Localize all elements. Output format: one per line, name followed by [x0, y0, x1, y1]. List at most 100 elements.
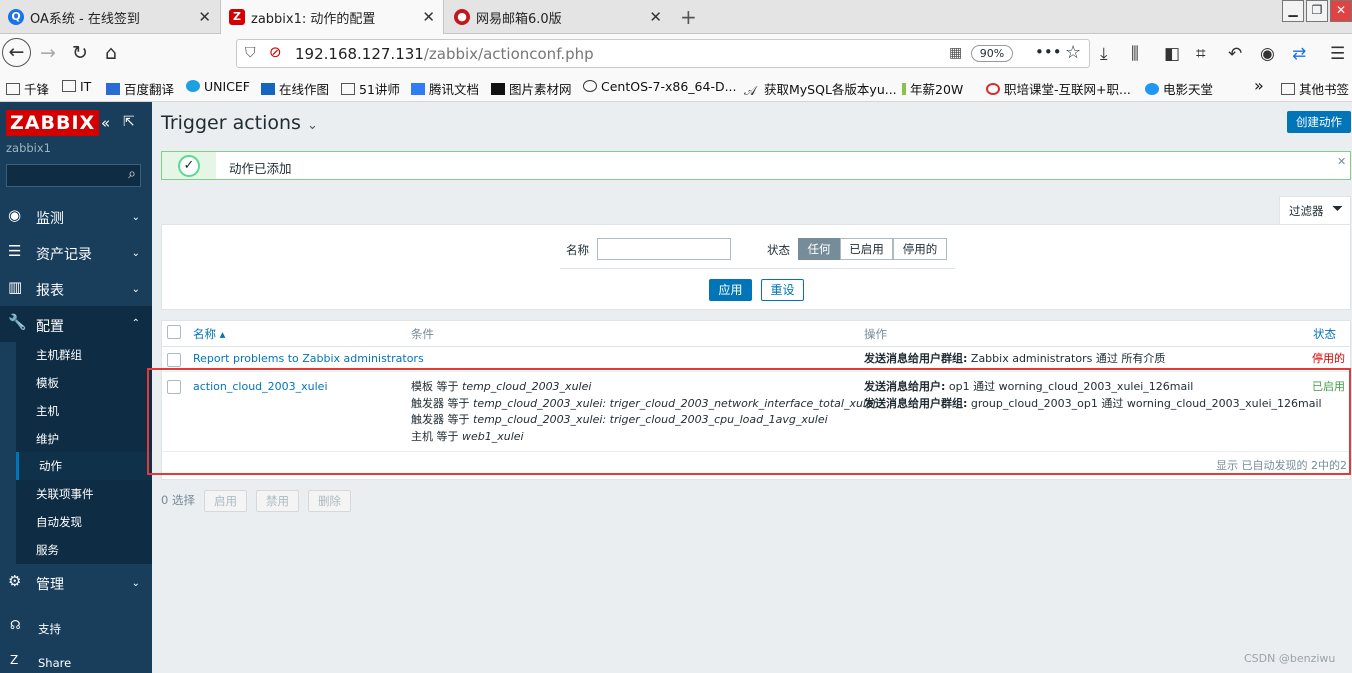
menu-monitoring[interactable]: ◉ 监测 ⌄: [0, 200, 152, 234]
download-icon[interactable]: ⤓: [1100, 44, 1108, 64]
column-header-name[interactable]: 名称 ▴: [193, 326, 225, 342]
close-icon[interactable]: ✕: [198, 8, 211, 26]
server-name: zabbix1: [6, 141, 52, 155]
minimize-icon[interactable]: ▁: [1282, 0, 1304, 22]
submenu-actions[interactable]: 动作: [16, 452, 152, 480]
submenu-event-correlation[interactable]: 关联项事件: [16, 480, 152, 508]
list-icon: ☰: [8, 242, 22, 260]
baidu-translate-icon: [106, 83, 120, 95]
bookmark-item[interactable]: 图片素材网: [491, 79, 572, 98]
back-icon[interactable]: ←: [2, 38, 31, 67]
browser-tab-mail[interactable]: ● 网易邮箱6.0版 ✕: [446, 0, 670, 34]
submenu-host-groups[interactable]: 主机群组: [16, 341, 152, 369]
submenu-maintenance[interactable]: 维护: [16, 425, 152, 453]
address-bar[interactable]: ⛉ ⊘ 192.168.127.131/zabbix/actionconf.ph…: [236, 39, 1090, 68]
home-icon[interactable]: ⌂: [97, 39, 125, 67]
submenu-templates[interactable]: 模板: [16, 369, 152, 397]
undo-icon[interactable]: ↶: [1228, 44, 1242, 64]
reset-button[interactable]: 重设: [761, 279, 804, 301]
sidebar-toggle-icon[interactable]: ◧: [1164, 44, 1180, 64]
menu-icon[interactable]: ☰: [1330, 44, 1345, 64]
share-icon: Z: [10, 653, 19, 667]
bulk-delete-button[interactable]: 删除: [308, 490, 351, 512]
sync-icon[interactable]: ⇄: [1292, 44, 1306, 64]
bulk-disable-button[interactable]: 禁用: [256, 490, 299, 512]
restore-icon[interactable]: ❐: [1306, 0, 1328, 22]
bookmark-item[interactable]: 年薪20W: [902, 79, 963, 98]
browser-tab-zabbix[interactable]: Z zabbix1: 动作的配置 ✕: [220, 0, 444, 34]
bookmark-item[interactable]: 腾讯文档: [411, 79, 479, 98]
bookmark-item[interactable]: 电影天堂: [1145, 79, 1213, 98]
bookmark-item[interactable]: 职培课堂-互联网+职...: [986, 79, 1131, 98]
dismiss-message-icon[interactable]: ✕: [1337, 155, 1346, 168]
column-header-status[interactable]: 状态: [1313, 326, 1336, 342]
close-icon[interactable]: ✕: [649, 8, 662, 26]
select-all-checkbox[interactable]: [167, 325, 181, 339]
bookmark-item[interactable]: 千锋: [6, 79, 49, 98]
bookmark-item[interactable]: 百度翻译: [106, 79, 174, 98]
url-text: 192.168.127.131/zabbix/actionconf.php: [295, 45, 594, 63]
movie-site-icon: [1145, 83, 1159, 95]
mail-favicon-icon: ●: [454, 9, 470, 25]
zoom-level[interactable]: 90%: [971, 45, 1013, 62]
submenu-hosts[interactable]: 主机: [16, 397, 152, 425]
zabbix-logo[interactable]: ZABBIX: [6, 110, 100, 136]
reload-icon[interactable]: ↻: [66, 39, 94, 67]
menu-share[interactable]: Z Share: [0, 652, 152, 672]
extension-icon[interactable]: ◉: [1260, 44, 1275, 64]
status-option-enabled[interactable]: 已启用: [840, 238, 893, 260]
collapse-sidebar-icon[interactable]: «: [101, 114, 110, 132]
bookmark-item[interactable]: 51讲师: [341, 79, 400, 98]
wrench-icon: 🔧: [8, 313, 27, 331]
qr-code-icon[interactable]: ▦: [949, 45, 962, 61]
more-actions-icon[interactable]: •••: [1035, 43, 1062, 61]
zabbix-favicon-icon: Z: [229, 9, 245, 25]
browser-tab-oa[interactable]: Q OA系统 - 在线签到 ✕: [0, 0, 219, 34]
submenu-discovery[interactable]: 自动发现: [16, 508, 152, 536]
menu-reports[interactable]: ▥ 报表 ⌄: [0, 272, 152, 306]
shield-icon: ⛉: [245, 45, 256, 61]
insecure-lock-icon: ⊘: [269, 43, 282, 61]
search-input[interactable]: ⌕: [6, 164, 141, 187]
apply-button[interactable]: 应用: [709, 279, 752, 301]
bookmark-item[interactable]: 在线作图: [261, 79, 329, 98]
bookmark-item[interactable]: UNICEF: [186, 79, 250, 94]
new-tab-button[interactable]: +: [672, 0, 700, 34]
menu-inventory[interactable]: ☰ 资产记录 ⌄: [0, 236, 152, 270]
header-divider: [162, 346, 1350, 347]
library-icon[interactable]: ⫼: [1131, 44, 1139, 64]
bookmark-star-icon[interactable]: ☆: [1065, 42, 1081, 63]
status-option-disabled[interactable]: 停用的: [893, 238, 947, 260]
forward-icon[interactable]: →: [34, 39, 62, 67]
chevron-down-icon: ⌄: [131, 284, 140, 295]
other-bookmarks[interactable]: 其他书签: [1281, 79, 1349, 98]
create-action-button[interactable]: 创建动作: [1287, 111, 1351, 133]
close-icon[interactable]: ✕: [422, 8, 435, 26]
bookmark-item[interactable]: IT: [62, 79, 91, 94]
mysql-icon: 𝒜: [744, 84, 757, 99]
selected-count: 0 选择: [161, 493, 195, 507]
filter-name-input[interactable]: [597, 238, 731, 260]
chevron-down-icon: ⌄: [131, 248, 140, 259]
kiosk-mode-icon[interactable]: ⇱: [123, 114, 135, 130]
submenu-services[interactable]: 服务: [16, 536, 152, 564]
row-checkbox[interactable]: [167, 353, 181, 367]
bookmark-item[interactable]: CentOS-7-x86_64-D...: [583, 79, 737, 94]
action-name-link[interactable]: Report problems to Zabbix administrators: [193, 351, 424, 368]
menu-support[interactable]: ☊ 支持: [0, 616, 152, 640]
chevron-up-icon: ⌃: [131, 318, 140, 329]
status-option-any[interactable]: 任何: [798, 238, 840, 260]
status-disabled-link[interactable]: 停用的: [1312, 351, 1345, 368]
bookmarks-overflow-button[interactable]: »: [1254, 76, 1264, 95]
crop-icon[interactable]: ⌗: [1196, 44, 1206, 64]
filter-tab[interactable]: 过滤器 ⏷: [1279, 196, 1351, 226]
menu-configuration[interactable]: 🔧 配置 ⌃: [0, 306, 152, 342]
bulk-enable-button[interactable]: 启用: [204, 490, 247, 512]
close-window-icon[interactable]: ✕: [1330, 0, 1352, 22]
success-icon-box: ✓: [162, 152, 216, 179]
menu-administration[interactable]: ⚙ 管理 ⌄: [0, 566, 152, 600]
tab-title: 网易邮箱6.0版: [476, 11, 562, 27]
action-operation: 发送消息给用户群组: Zabbix administrators 通过 所有介质: [864, 352, 1166, 365]
page-title[interactable]: Trigger actions ⌄: [161, 112, 318, 134]
bookmark-item[interactable]: 𝒜 获取MySQL各版本yu...: [744, 79, 897, 99]
